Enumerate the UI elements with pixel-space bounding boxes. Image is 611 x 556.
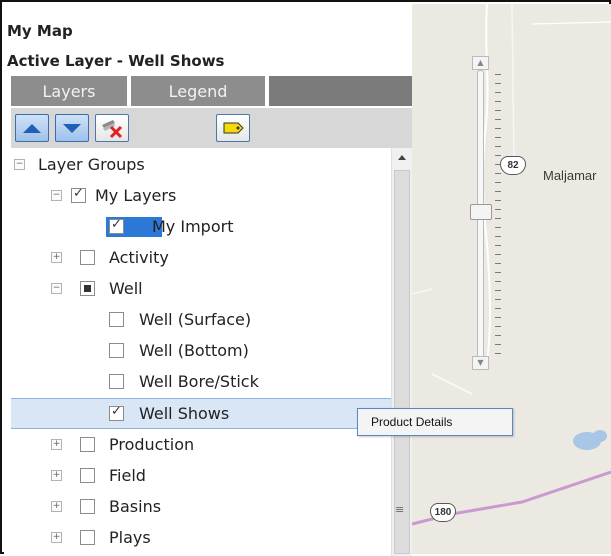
tree-item-label: My Import: [152, 217, 234, 236]
expand-icon[interactable]: +: [51, 439, 62, 450]
tag-icon: [223, 122, 244, 134]
tree-item-label: Well (Surface): [139, 310, 252, 329]
layer-toolbar: [11, 108, 412, 148]
tree-item-my-import[interactable]: My Import: [11, 212, 391, 243]
tree-item-label: Production: [109, 435, 195, 454]
tree-item-plays[interactable]: + Plays: [11, 523, 391, 554]
zoom-ticks: [495, 74, 501, 356]
triangle-down-icon: [63, 123, 81, 133]
expand-icon[interactable]: +: [51, 532, 62, 543]
checkbox[interactable]: [109, 217, 124, 234]
tree-item-label: Basins: [109, 497, 162, 516]
collapse-icon[interactable]: −: [51, 283, 62, 294]
expand-icon[interactable]: +: [51, 252, 62, 263]
scroll-thumb[interactable]: [394, 170, 410, 554]
expand-icon[interactable]: +: [51, 501, 62, 512]
tree-item-label: Well: [109, 279, 143, 298]
tree-item-well-bottom[interactable]: Well (Bottom): [11, 336, 391, 367]
checkbox[interactable]: [71, 186, 86, 203]
collapse-icon[interactable]: −: [51, 190, 62, 201]
tree-item-well-surface[interactable]: Well (Surface): [11, 305, 391, 336]
checkbox[interactable]: [109, 404, 124, 421]
scroll-up-icon[interactable]: [398, 155, 406, 160]
tree-item-field[interactable]: + Field: [11, 461, 391, 492]
tab-layers[interactable]: Layers: [11, 76, 131, 106]
active-layer-label: Active Layer - Well Shows: [7, 52, 225, 70]
zoom-control[interactable]: ▲ ▼: [468, 56, 501, 374]
checkbox[interactable]: [80, 281, 95, 296]
checkbox[interactable]: [80, 437, 95, 452]
highway-shield-180: 180: [430, 503, 456, 522]
collapse-icon[interactable]: −: [14, 159, 25, 170]
tab-legend[interactable]: Legend: [131, 76, 269, 106]
tooltip-product-details[interactable]: Product Details: [357, 408, 513, 436]
town-label: Maljamar: [543, 168, 597, 183]
layer-tree: − Layer Groups − My Layers My Import + A…: [11, 148, 391, 554]
checkbox[interactable]: [80, 530, 95, 545]
move-up-button[interactable]: [15, 114, 49, 142]
zoom-in-button[interactable]: ▲: [472, 56, 489, 70]
tab-bar: Layers Legend: [11, 76, 412, 106]
tree-scrollbar[interactable]: ≡: [391, 148, 412, 556]
highway-shield-82: 82: [500, 156, 526, 175]
tree-item-activity[interactable]: + Activity: [11, 243, 391, 274]
label-tag-button[interactable]: [216, 114, 250, 142]
tree-item-label: Plays: [109, 528, 151, 547]
tree-item-label: Field: [109, 466, 146, 485]
tree-item-label: Activity: [109, 248, 169, 267]
checkbox[interactable]: [80, 250, 95, 265]
checkbox[interactable]: [109, 374, 124, 389]
app-frame: Maljamar 82 180 ▲ ▼ My Map Active Layer …: [0, 0, 611, 556]
tree-item-label: Well (Bottom): [139, 341, 249, 360]
checkbox[interactable]: [80, 468, 95, 483]
layer-remove-x-icon: [102, 120, 123, 139]
tree-item-well-shows[interactable]: Well Shows: [11, 398, 391, 429]
zoom-slider-handle[interactable]: [470, 204, 492, 220]
map-title: My Map: [7, 22, 73, 40]
tree-item-well[interactable]: − Well: [11, 274, 391, 305]
tree-item-label: Well Bore/Stick: [139, 372, 259, 391]
tree-item-production[interactable]: + Production: [11, 430, 391, 461]
checkbox[interactable]: [109, 312, 124, 327]
tree-root-label: Layer Groups: [38, 155, 145, 174]
map-canvas[interactable]: Maljamar 82 180: [412, 4, 611, 554]
checkbox[interactable]: [109, 343, 124, 358]
zoom-out-button[interactable]: ▼: [472, 356, 489, 370]
tree-item-my-layers[interactable]: − My Layers: [11, 181, 391, 212]
checkbox[interactable]: [80, 499, 95, 514]
layer-panel: My Map Active Layer - Well Shows Layers …: [4, 4, 412, 556]
tree-root[interactable]: − Layer Groups: [11, 150, 391, 181]
triangle-up-icon: [23, 123, 41, 133]
tree-item-label: Well Shows: [139, 404, 230, 423]
grip-icon: ≡: [395, 503, 405, 516]
tree-item-well-bore-stick[interactable]: Well Bore/Stick: [11, 367, 391, 398]
tree-item-basins[interactable]: + Basins: [11, 492, 391, 523]
remove-layer-button[interactable]: [95, 114, 129, 142]
expand-icon[interactable]: +: [51, 470, 62, 481]
tree-item-label: My Layers: [95, 186, 177, 205]
map-features: [412, 4, 611, 526]
move-down-button[interactable]: [55, 114, 89, 142]
